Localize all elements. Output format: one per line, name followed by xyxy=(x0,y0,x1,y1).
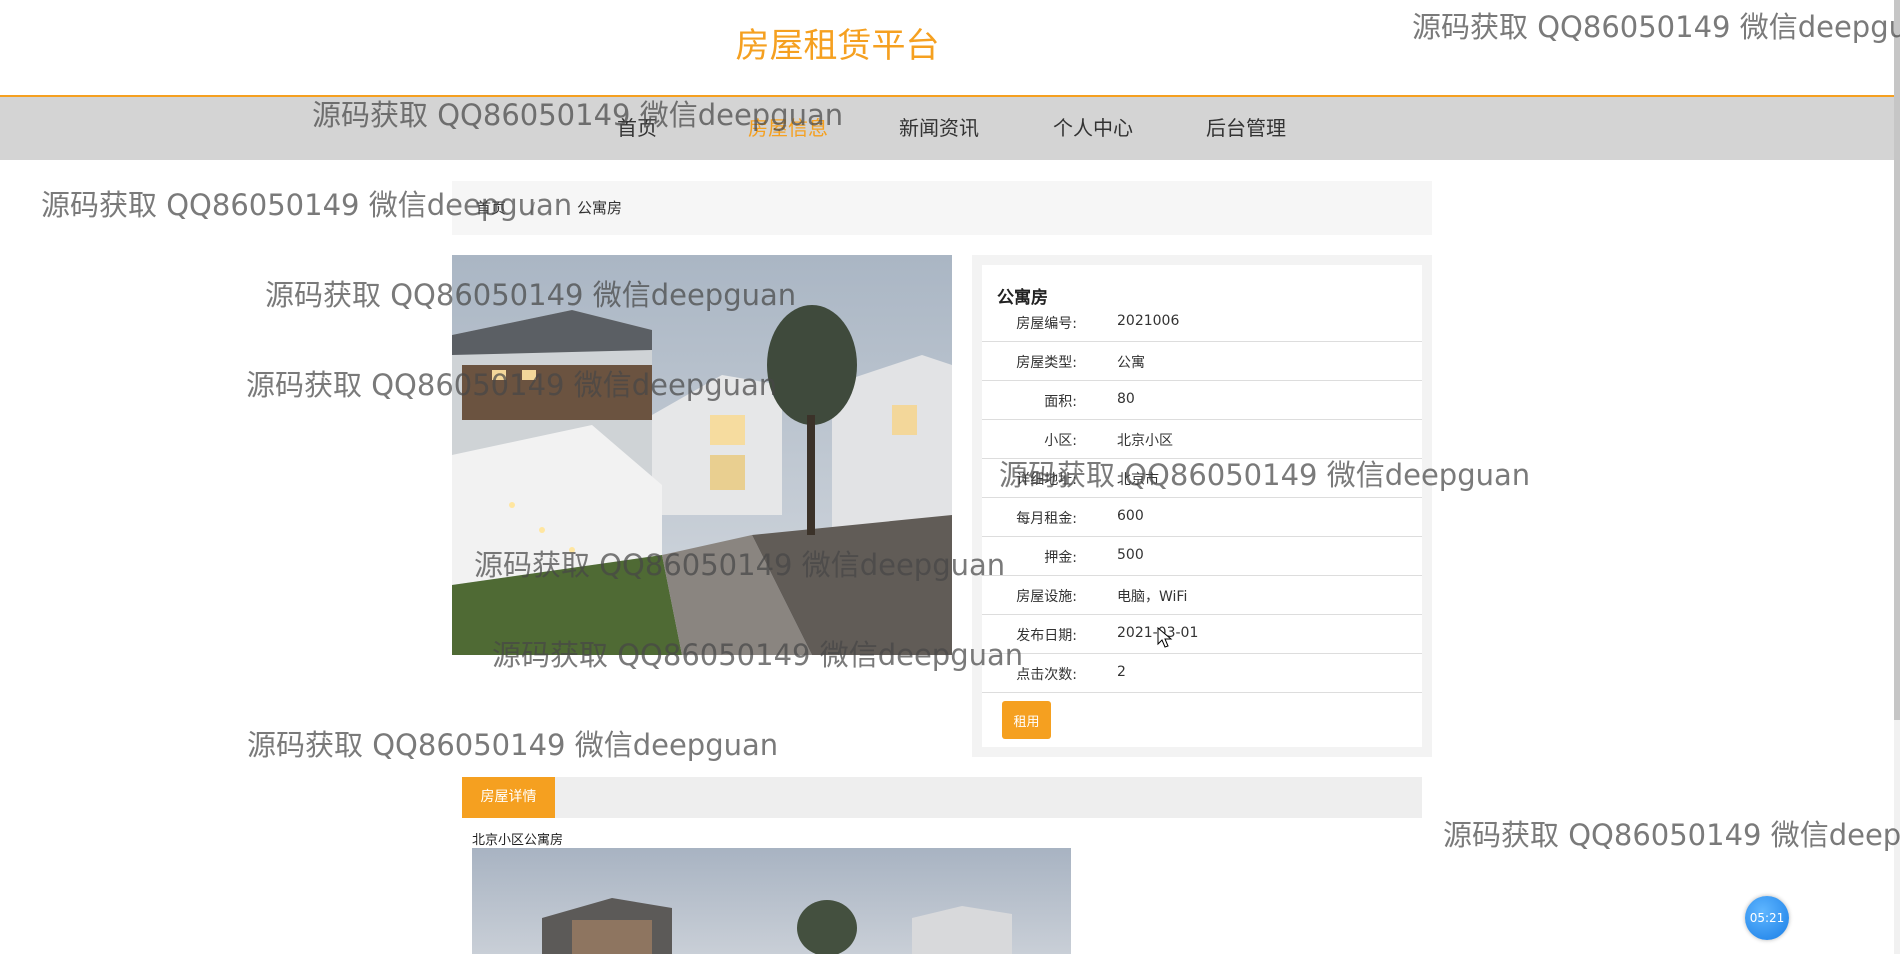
field-label: 点击次数: xyxy=(1016,667,1077,683)
field-label: 小区: xyxy=(1044,433,1077,449)
field-row-facilities: 房屋设施: 电脑，WiFi xyxy=(982,576,1422,615)
field-label: 每月租金: xyxy=(1016,511,1077,527)
field-label: 房屋编号: xyxy=(1016,316,1077,332)
field-value: 500 xyxy=(1117,547,1144,563)
site-title: 房屋租赁平台 xyxy=(735,26,940,66)
field-value: 80 xyxy=(1117,391,1135,407)
field-value: 2 xyxy=(1117,664,1126,680)
breadcrumb-home[interactable]: 首页 xyxy=(476,181,506,235)
field-row-house-type: 房屋类型: 公寓 xyxy=(982,342,1422,381)
field-value: 北京市 xyxy=(1117,472,1159,488)
breadcrumb-separator: / xyxy=(530,199,536,217)
field-value: 电脑，WiFi xyxy=(1117,589,1188,605)
field-value: 公寓 xyxy=(1117,355,1145,371)
nav-item-home[interactable]: 首页 xyxy=(617,97,657,160)
breadcrumb-current: 公寓房 xyxy=(577,199,623,217)
watermark: 源码获取 QQ86050149 微信deepguan xyxy=(1443,818,1900,852)
field-label: 面积: xyxy=(1044,394,1077,410)
nav-item-house-info[interactable]: 房屋信息 xyxy=(748,97,828,160)
scrollbar-thumb[interactable] xyxy=(1894,0,1900,720)
field-row-area: 面积: 80 xyxy=(982,381,1422,420)
field-row-deposit: 押金: 500 xyxy=(982,537,1422,576)
field-label: 房屋设施: xyxy=(1016,589,1077,605)
recording-timer: 05:21 xyxy=(1745,896,1789,940)
field-value: 2021006 xyxy=(1117,313,1180,329)
field-label: 押金: xyxy=(1044,550,1077,566)
rent-button[interactable]: 租用 xyxy=(1002,701,1051,739)
house-photo xyxy=(452,255,952,655)
field-row-monthly-rent: 每月租金: 600 xyxy=(982,498,1422,537)
page-scrollbar[interactable] xyxy=(1894,0,1900,954)
field-value: 600 xyxy=(1117,508,1144,524)
nav-item-news[interactable]: 新闻资讯 xyxy=(899,97,979,160)
house-detail-photo xyxy=(472,848,1071,954)
field-row-house-number: 房屋编号: 2021006 xyxy=(982,303,1422,342)
house-info-card: 公寓房 房屋编号: 2021006 房屋类型: 公寓 面积: 80 小区: 北京小区 详… xyxy=(982,265,1422,747)
watermark: 源码获取 QQ86050149 微信deepguan xyxy=(247,728,779,762)
tab-house-details[interactable]: 房屋详情 xyxy=(462,777,555,818)
field-row-address: 详细地址: 北京市 xyxy=(982,459,1422,498)
details-tab-bar: 房屋详情 xyxy=(462,777,1422,818)
field-value: 北京小区 xyxy=(1117,433,1173,449)
breadcrumb: 首页 / 公寓房 xyxy=(452,181,1432,235)
field-label: 详细地址: xyxy=(1016,472,1077,488)
mouse-cursor-icon xyxy=(1157,627,1173,648)
field-row-click-count: 点击次数: 2 xyxy=(982,654,1422,693)
field-label: 发布日期: xyxy=(1016,628,1077,644)
house-info-panel: 公寓房 房屋编号: 2021006 房屋类型: 公寓 面积: 80 小区: 北京小区 详… xyxy=(972,255,1432,757)
nav-item-admin[interactable]: 后台管理 xyxy=(1206,97,1286,160)
field-label: 房屋类型: xyxy=(1016,355,1077,371)
field-row-publish-date: 发布日期:2021-03-01 xyxy=(982,615,1422,654)
field-row-community: 小区: 北京小区 xyxy=(982,420,1422,459)
nav-item-personal-center[interactable]: 个人中心 xyxy=(1053,97,1133,160)
main-nav: 首页 房屋信息 新闻资讯 个人中心 后台管理 xyxy=(0,95,1894,160)
house-description: 北京小区公寓房 xyxy=(472,833,564,848)
